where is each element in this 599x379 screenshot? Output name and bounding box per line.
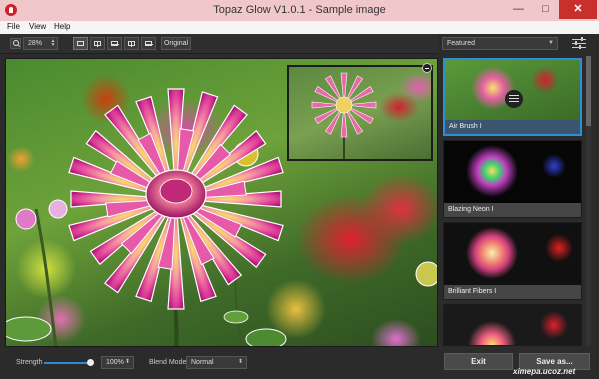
strength-slider[interactable] (44, 362, 92, 364)
horizontal-split-button[interactable] (107, 37, 122, 50)
blend-mode-label: Blend Mode (149, 359, 187, 366)
close-button[interactable]: ✕ (559, 0, 597, 19)
blend-mode-select[interactable]: Normal ⬍ (186, 356, 247, 369)
strength-slider-handle[interactable] (87, 359, 94, 366)
preset-label: Air Brush I (445, 120, 580, 134)
chevron-down-icon: ⬍ (237, 359, 243, 365)
zoom-value: 28% (28, 40, 43, 47)
strength-label: Strength (16, 359, 43, 366)
bottom-controls: Strength 100% ⬍ Blend Mode Normal ⬍ (0, 350, 438, 379)
horizontal-split-icon (111, 41, 119, 46)
top-bottom-icon (145, 41, 153, 46)
preview-thumbnail-image (311, 72, 377, 159)
zoom-icon[interactable] (10, 38, 21, 49)
single-view-icon (77, 41, 84, 46)
preset-panel: Featured ▼ Air Brush I Blazing Neon I Br… (438, 34, 599, 379)
side-by-side-icon (128, 41, 135, 47)
preset-label: Brilliant Fibers I (444, 285, 581, 299)
single-view-button[interactable] (73, 37, 88, 50)
strength-input[interactable]: 100% ⬍ (101, 356, 134, 369)
top-bottom-button[interactable] (141, 37, 156, 50)
preset-category-value: Featured (447, 40, 476, 47)
preview-navigator[interactable] (287, 65, 433, 161)
preset-options-icon[interactable] (505, 90, 523, 108)
blend-mode-value: Normal (191, 359, 214, 366)
preset-thumbnail[interactable]: Blazing Neon I (443, 140, 582, 218)
scrollbar-thumb[interactable] (586, 56, 591, 126)
menu-help[interactable]: Help (54, 22, 70, 31)
chevron-down-icon: ▼ (548, 40, 554, 46)
preset-preview-image (444, 141, 581, 203)
zoom-input[interactable]: 28% ▲ ▼ (23, 37, 58, 50)
menu-bar: File View Help (0, 21, 599, 34)
minimize-button[interactable]: — (505, 0, 532, 19)
title-bar: Topaz Glow V1.0.1 - Sample image — □ ✕ (0, 0, 599, 21)
view-toolbar: 28% ▲ ▼ Original (0, 34, 438, 54)
preset-thumbnail[interactable]: Brilliant Fibers I (443, 222, 582, 300)
preset-scrollbar[interactable] (586, 56, 591, 346)
preset-preview-image (444, 305, 581, 345)
watermark-text: ximepa.ucoz.net (513, 367, 576, 376)
image-canvas[interactable] (5, 58, 438, 347)
exit-button[interactable]: Exit (444, 353, 513, 370)
split-view-button[interactable] (90, 37, 105, 50)
maximize-button[interactable]: □ (532, 0, 559, 19)
preset-thumbnail[interactable] (443, 304, 582, 346)
zoom-spinner-icon[interactable]: ▲ ▼ (50, 39, 56, 48)
menu-file[interactable]: File (7, 22, 20, 31)
preset-thumbnail[interactable]: Air Brush I (443, 58, 582, 136)
adjustments-icon[interactable] (572, 37, 586, 49)
preset-label: Blazing Neon I (444, 203, 581, 217)
strength-spinner-icon[interactable]: ⬍ (125, 357, 130, 368)
menu-view[interactable]: View (29, 22, 46, 31)
preview-close-icon[interactable] (422, 63, 432, 73)
original-button[interactable]: Original (161, 37, 191, 50)
strength-value: 100% (106, 359, 124, 366)
split-view-icon (94, 41, 101, 47)
side-by-side-button[interactable] (124, 37, 139, 50)
preset-preview-image (444, 223, 581, 285)
preset-category-select[interactable]: Featured ▼ (442, 37, 558, 50)
